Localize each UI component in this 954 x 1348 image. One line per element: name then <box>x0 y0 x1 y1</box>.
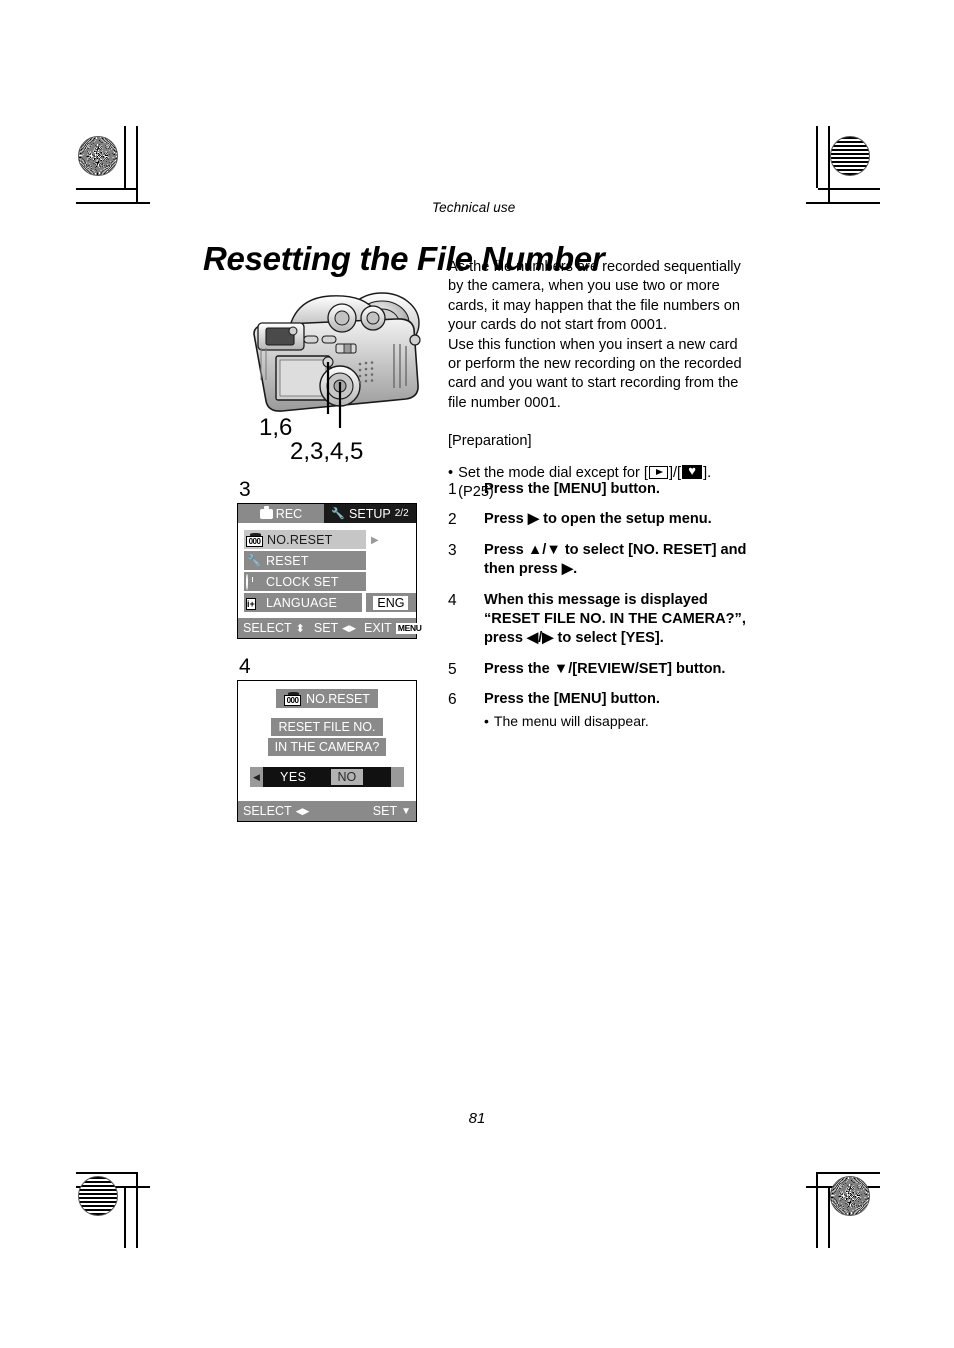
menu-item-value-band: ENG <box>365 593 416 612</box>
section-kicker: Technical use <box>432 200 516 215</box>
step-number: 1 <box>448 481 457 498</box>
step-item: 2 Press ▶ to open the setup menu. <box>448 510 753 529</box>
intro-text-block: As the file numbers are recorded sequent… <box>448 258 748 502</box>
screen-marker-4: 4 <box>239 655 251 678</box>
step-number: 2 <box>448 511 457 529</box>
menu-row-wrap: 000 NO.RESET ▶ <box>238 530 416 551</box>
dialog-body: 000 NO.RESET RESET FILE NO. IN THE CAMER… <box>238 681 416 801</box>
preparation-text-mid: ]/[ <box>668 464 682 481</box>
step-text: When this message is displayed “RESET FI… <box>484 591 746 647</box>
dialog-title-row: 000 NO.RESET <box>238 689 416 708</box>
step-text: Press the ▼/[REVIEW/SET] button. <box>484 660 726 677</box>
language-icon: i+ <box>246 597 256 610</box>
screen-marker-3: 3 <box>239 478 251 501</box>
left-arrow-icon: ◀ <box>250 767 263 787</box>
lcd-setup-menu-screen: REC 🔧 SETUP 2/2 000 NO.RESET ▶ 🔧 RESET C… <box>237 503 424 639</box>
menu-item-clock-set[interactable]: CLOCK SET <box>244 572 366 591</box>
left-right-arrows-icon: ◀▶ <box>342 622 357 633</box>
preparation-text-start: Set the mode dial except for [ <box>458 464 648 481</box>
tab-setup[interactable]: 🔧 SETUP 2/2 <box>324 504 416 523</box>
step-text: Press the [MENU] button. <box>484 691 660 708</box>
choice-band: YES NO <box>263 767 391 787</box>
step-note-text: The menu will disappear. <box>493 712 649 729</box>
choice-no[interactable]: NO <box>330 769 364 785</box>
lcd-footer-bar: SELECT ⬍ SET ◀▶ EXIT MENU <box>238 618 424 638</box>
tab-rec-label: REC <box>275 506 303 521</box>
step-item: 3 Press ▲/▼ to select [NO. RESET] and th… <box>448 541 753 580</box>
step-note: • The menu will disappear. <box>484 712 660 731</box>
dialog-title-label: NO.RESET <box>306 691 370 706</box>
up-down-arrows-icon: ⬍ <box>295 622 305 635</box>
footer-select-label: SELECT <box>243 621 292 635</box>
lcd-confirm-dialog-screen: 000 NO.RESET RESET FILE NO. IN THE CAMER… <box>237 680 417 822</box>
menu-item-label: LANGUAGE <box>266 595 338 610</box>
dialog-message-line-2-wrap: IN THE CAMERA? <box>238 738 416 758</box>
step-number: 3 <box>448 541 457 559</box>
tab-rec[interactable]: REC <box>238 504 324 523</box>
wrench-screwdriver-icon: 🔧 <box>331 507 346 520</box>
step-number: 5 <box>448 660 457 678</box>
footer-set-label: SET <box>313 621 339 635</box>
lcd-menu-list: 000 NO.RESET ▶ 🔧 RESET CLOCK SET i+ LANG… <box>238 523 416 618</box>
menu-item-reset[interactable]: 🔧 RESET <box>244 551 366 570</box>
wrench-screwdriver-icon: 🔧 <box>247 554 261 567</box>
camera-illustration <box>232 278 428 428</box>
menu-item-language[interactable]: i+ LANGUAGE <box>244 593 362 612</box>
footer-select-label: SELECT <box>243 804 292 818</box>
menu-item-label: RESET <box>266 553 309 568</box>
intro-paragraph-2: Use this function when you insert a new … <box>448 336 742 411</box>
camera-icon <box>259 506 273 519</box>
heart-icon <box>682 462 703 480</box>
intro-paragraph-1: As the file numbers are recorded sequent… <box>448 259 741 334</box>
step-item: 4 When this message is displayed “RESET … <box>448 591 753 649</box>
menu-button-chip[interactable]: MENU <box>395 622 424 634</box>
lcd-footer-bar: SELECT ◀▶ SET ▼ <box>238 801 416 821</box>
choice-row-tail <box>391 767 404 787</box>
down-arrow-icon: ▼ <box>401 805 411 817</box>
step-text: Press ▲/▼ to select [NO. RESET] and then… <box>484 541 747 578</box>
choice-yes[interactable]: YES <box>263 770 307 784</box>
steps-list: 1 Press the [MENU] button. 2 Press ▶ to … <box>448 480 753 742</box>
callout-label-1-6: 1,6 <box>259 414 293 441</box>
dialog-title-band: 000 NO.RESET <box>276 689 378 708</box>
dialog-message-line-1: RESET FILE NO. <box>271 718 383 736</box>
page-number: 81 <box>468 1110 486 1127</box>
camera-rear-view-svg <box>253 292 421 428</box>
step-body: Press the [MENU] button. • The menu will… <box>484 690 660 731</box>
left-right-arrows-icon: ◀▶ <box>295 805 310 816</box>
menu-item-value: ENG <box>373 595 409 610</box>
step-number: 6 <box>448 691 457 709</box>
step-number: 4 <box>448 591 457 609</box>
chevron-right-icon: ▶ <box>371 535 379 546</box>
bullet-glyph: • <box>484 712 489 729</box>
tab-page-indicator: 2/2 <box>394 508 409 519</box>
callout-label-2-3-4-5: 2,3,4,5 <box>290 438 364 465</box>
footer-set-label: SET <box>372 804 398 818</box>
film-counter-icon: 000 <box>284 691 302 706</box>
menu-item-no-reset[interactable]: 000 NO.RESET <box>244 530 366 549</box>
footer-exit-label: EXIT <box>364 621 392 635</box>
play-icon <box>648 465 668 479</box>
step-item: 5 Press the ▼/[REVIEW/SET] button. <box>448 660 753 679</box>
tab-setup-label: SETUP <box>349 506 391 521</box>
menu-row-wrap: i+ LANGUAGE ENG <box>238 593 416 614</box>
preparation-heading: [Preparation] <box>448 433 532 450</box>
step-text: Press the [MENU] button. <box>484 481 660 497</box>
lcd-tab-bar: REC 🔧 SETUP 2/2 <box>238 504 416 523</box>
film-counter-icon: 000 <box>246 532 263 547</box>
dialog-choice-row: ◀ YES NO <box>250 767 404 787</box>
menu-item-label: CLOCK SET <box>266 574 339 589</box>
step-item: 6 Press the [MENU] button. • The menu wi… <box>448 690 753 731</box>
dialog-message-line-2: IN THE CAMERA? <box>267 738 387 756</box>
menu-item-label: NO.RESET <box>267 532 333 547</box>
dialog-message: RESET FILE NO. IN THE CAMERA? <box>238 718 416 758</box>
step-item: 1 Press the [MENU] button. <box>448 480 753 499</box>
step-text: Press ▶ to open the setup menu. <box>484 511 712 528</box>
manual-page: Technical use Resetting the File Number <box>0 0 954 1348</box>
dialog-message-line-1-wrap: RESET FILE NO. <box>238 718 416 738</box>
clock-icon <box>246 573 262 590</box>
